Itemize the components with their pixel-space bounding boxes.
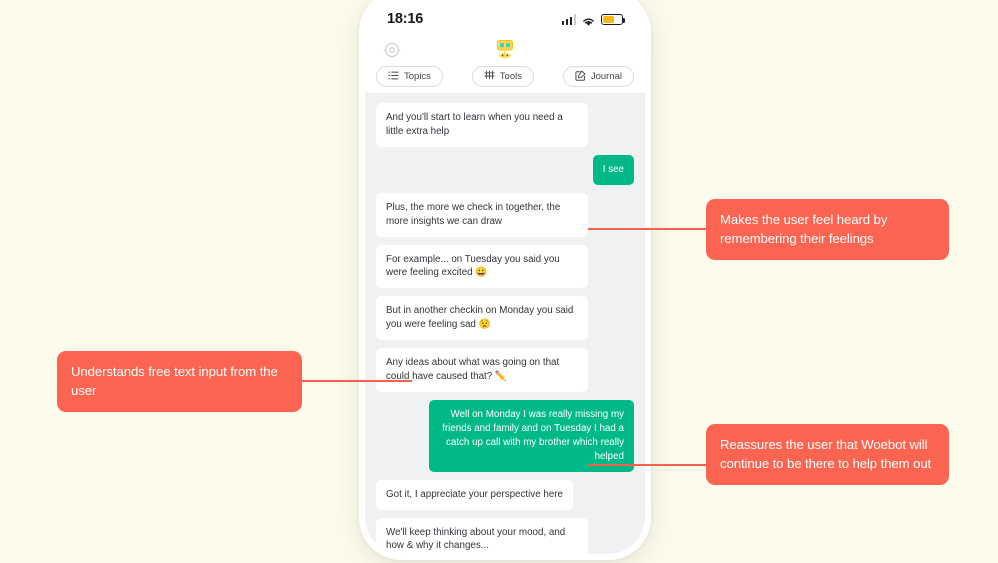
status-bar-icons: [561, 14, 626, 36]
phone-frame: 18:16 Topics Tools Journal And you'll st…: [359, 0, 651, 560]
tab-topics-label: Topics: [404, 71, 431, 82]
woebot-robot-logo: [492, 39, 518, 61]
bot-message-bubble: We'll keep thinking about your mood, and…: [376, 517, 588, 554]
annotation-connector-line: [588, 228, 708, 230]
tab-journal[interactable]: Journal: [562, 66, 634, 87]
chat-row: I see: [376, 154, 634, 185]
list-icon: [388, 71, 399, 83]
chat-row: Any ideas about what was going on that c…: [376, 348, 634, 392]
annotation-connector-line: [300, 380, 412, 382]
chat-transcript: And you'll start to learn when you need …: [365, 94, 645, 554]
user-message-bubble: Well on Monday I was really missing my f…: [429, 399, 634, 472]
bot-message-bubble: But in another checkin on Monday you sai…: [376, 296, 588, 341]
annotation-callout-reassures: Reassures the user that Woebot will cont…: [706, 424, 949, 486]
page-root: 18:16 Topics Tools Journal And you'll st…: [0, 0, 998, 563]
bot-message-bubble: Got it, I appreciate your perspective he…: [376, 479, 573, 510]
annotation-connector-line: [588, 464, 708, 466]
status-bar: 18:16: [365, 0, 645, 36]
toolbox-icon: [484, 70, 495, 83]
chat-row: And you'll start to learn when you need …: [376, 103, 634, 147]
tab-tools-label: Tools: [499, 71, 522, 82]
chat-row: Well on Monday I was really missing my f…: [376, 399, 634, 472]
status-bar-time: 18:16: [387, 11, 424, 27]
bot-message-bubble: And you'll start to learn when you need …: [376, 103, 588, 147]
bot-message-bubble: For example... on Tuesday you said you w…: [376, 244, 588, 289]
phone-screen: 18:16 Topics Tools Journal And you'll st…: [365, 0, 645, 554]
annotation-callout-free-text: Understands free text input from the use…: [57, 351, 302, 413]
chat-row: But in another checkin on Monday you sai…: [376, 296, 634, 341]
nav-tabs: Topics Tools Journal: [365, 64, 645, 94]
tab-journal-label: Journal: [590, 71, 622, 82]
battery-icon: [601, 14, 626, 25]
chat-row: Plus, the more we check in together, the…: [376, 192, 634, 237]
app-header: [365, 36, 645, 64]
bot-message-bubble: Plus, the more we check in together, the…: [376, 192, 588, 237]
signal-icon: [561, 14, 576, 25]
bot-message-bubble: Any ideas about what was going on that c…: [376, 348, 588, 392]
tab-topics[interactable]: Topics: [376, 66, 443, 87]
pencil-square-icon: [575, 70, 586, 84]
chat-row: For example... on Tuesday you said you w…: [376, 244, 634, 289]
chat-row: We'll keep thinking about your mood, and…: [376, 517, 634, 554]
user-message-bubble: I see: [592, 154, 634, 185]
wifi-icon: [581, 14, 596, 26]
chat-row: Got it, I appreciate your perspective he…: [376, 479, 634, 510]
annotation-callout-feel-heard: Makes the user feel heard by remembering…: [706, 199, 949, 261]
tab-tools[interactable]: Tools: [471, 66, 534, 87]
gear-icon[interactable]: [383, 41, 401, 59]
